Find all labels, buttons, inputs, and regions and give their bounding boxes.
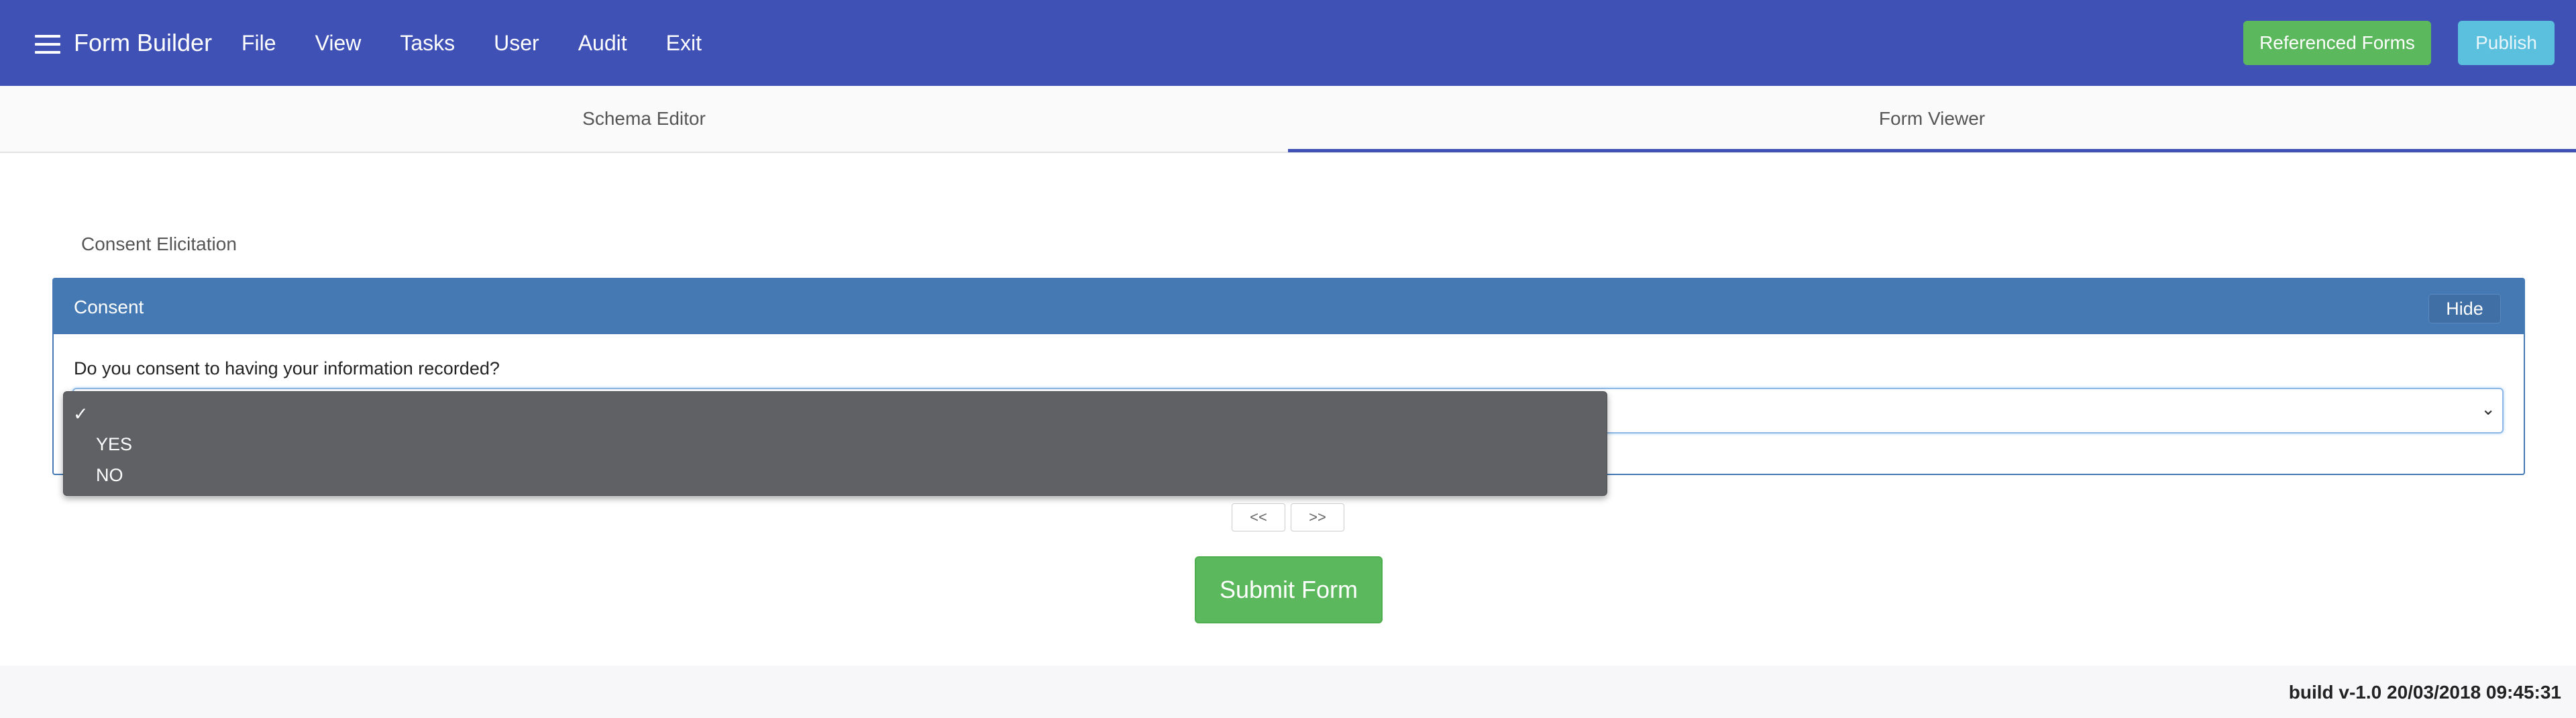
dropdown-option-no[interactable]: NO — [96, 462, 123, 489]
top-navbar: Form Builder File View Tasks User Audit … — [0, 0, 2576, 86]
tab-schema-editor[interactable]: Schema Editor — [0, 86, 1288, 152]
panel-title: Consent — [74, 297, 144, 317]
menu-tasks[interactable]: Tasks — [400, 27, 455, 59]
checkmark-icon: ✓ — [73, 404, 89, 424]
menu-audit[interactable]: Audit — [578, 27, 627, 59]
footer: build v-1.0 20/03/2018 09:45:31 — [0, 666, 2576, 718]
app-title: Form Builder — [74, 29, 213, 56]
consent-question-label: Do you consent to having your informatio… — [74, 358, 500, 378]
referenced-forms-button[interactable]: Referenced Forms — [2243, 21, 2431, 65]
hamburger-menu-icon[interactable] — [35, 35, 60, 54]
active-tab-indicator — [1288, 149, 2576, 152]
editor-tabs: Schema Editor Form Viewer — [0, 86, 2576, 153]
menu-file[interactable]: File — [241, 27, 276, 59]
main-menu: File View Tasks User Audit Exit — [241, 27, 741, 59]
dropdown-option-empty[interactable] — [96, 401, 1572, 427]
previous-page-button[interactable]: << — [1232, 503, 1285, 531]
menu-exit[interactable]: Exit — [666, 27, 702, 59]
panel-heading: Consent Hide — [54, 279, 2524, 334]
submit-form-button[interactable]: Submit Form — [1195, 556, 1383, 623]
chevron-down-icon[interactable]: ⌄ — [2481, 399, 2496, 419]
menu-user[interactable]: User — [494, 27, 539, 59]
publish-button[interactable]: Publish — [2458, 21, 2555, 65]
hide-button[interactable]: Hide — [2428, 294, 2501, 323]
tab-form-viewer[interactable]: Form Viewer — [1288, 86, 2576, 152]
consent-select-dropdown: ✓ YES NO — [63, 391, 1607, 496]
dropdown-option-yes[interactable]: YES — [96, 431, 132, 458]
build-info: build v-1.0 20/03/2018 09:45:31 — [2288, 682, 2561, 703]
next-page-button[interactable]: >> — [1291, 503, 1344, 531]
menu-view[interactable]: View — [315, 27, 362, 59]
form-title: Consent Elicitation — [81, 234, 237, 254]
